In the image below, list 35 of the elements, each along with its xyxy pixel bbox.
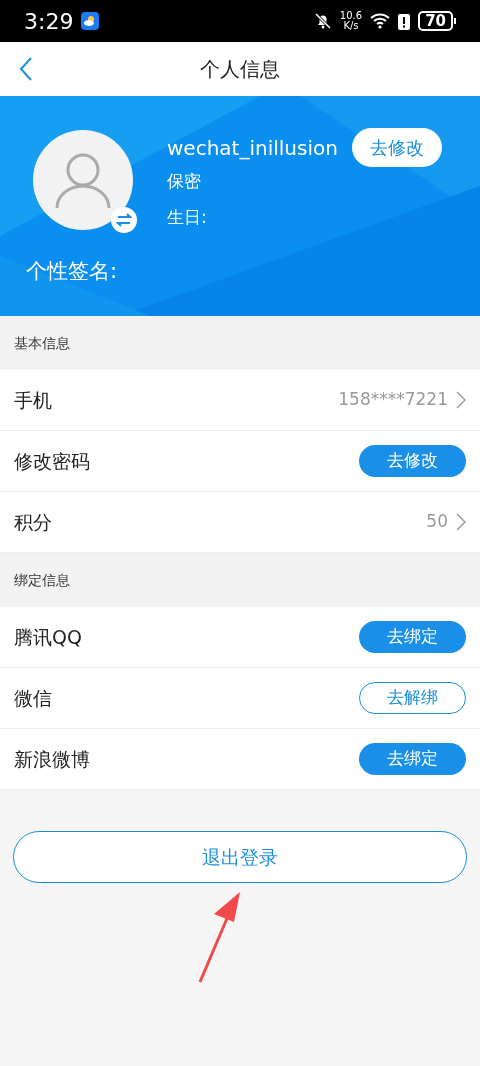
logout-button[interactable]: 退出登录 — [13, 831, 467, 883]
status-time: 3:29 — [24, 7, 74, 36]
list-row[interactable]: 修改密码 去修改 — [0, 431, 480, 492]
list-row[interactable]: 手机 158****7221 — [0, 370, 480, 431]
row-label: 积分 — [14, 509, 53, 535]
gender-text: 保密 — [167, 170, 202, 193]
alert-icon — [398, 12, 411, 30]
username: wechat_inillusion — [167, 134, 338, 162]
row-value: 50 — [426, 510, 448, 534]
chevron-icon — [456, 513, 466, 531]
row-label: 微信 — [14, 685, 53, 711]
row-label: 腾讯QQ — [14, 624, 83, 650]
wifi-icon — [370, 13, 391, 29]
network-speed-unit: K/s — [343, 21, 359, 31]
back-icon[interactable] — [18, 56, 34, 82]
bell-muted-icon — [313, 12, 332, 30]
row-label: 修改密码 — [14, 448, 91, 474]
battery-indicator: 70 — [418, 11, 453, 31]
network-speed: 10.6 — [339, 11, 363, 21]
weather-app-icon — [81, 12, 100, 30]
list-row[interactable]: 积分 50 — [0, 492, 480, 553]
section-header: 基本信息 — [14, 333, 70, 353]
row-label: 手机 — [14, 387, 53, 413]
row-value: 158****7221 — [338, 388, 448, 412]
edit-profile-button[interactable]: 去修改 — [351, 128, 442, 167]
signature-label: 个性签名: — [26, 258, 119, 285]
action-button[interactable]: 去解绑 — [359, 682, 466, 714]
section-header: 绑定信息 — [14, 570, 70, 590]
list-row[interactable]: 微信 去解绑 — [0, 668, 480, 729]
page-title: 个人信息 — [200, 56, 280, 83]
list-row[interactable]: 腾讯QQ 去绑定 — [0, 607, 480, 668]
list-row[interactable]: 新浪微博 去绑定 — [0, 729, 480, 790]
birthday-label: 生日: — [167, 205, 208, 229]
chevron-icon — [456, 391, 466, 409]
row-label: 新浪微博 — [14, 746, 91, 772]
